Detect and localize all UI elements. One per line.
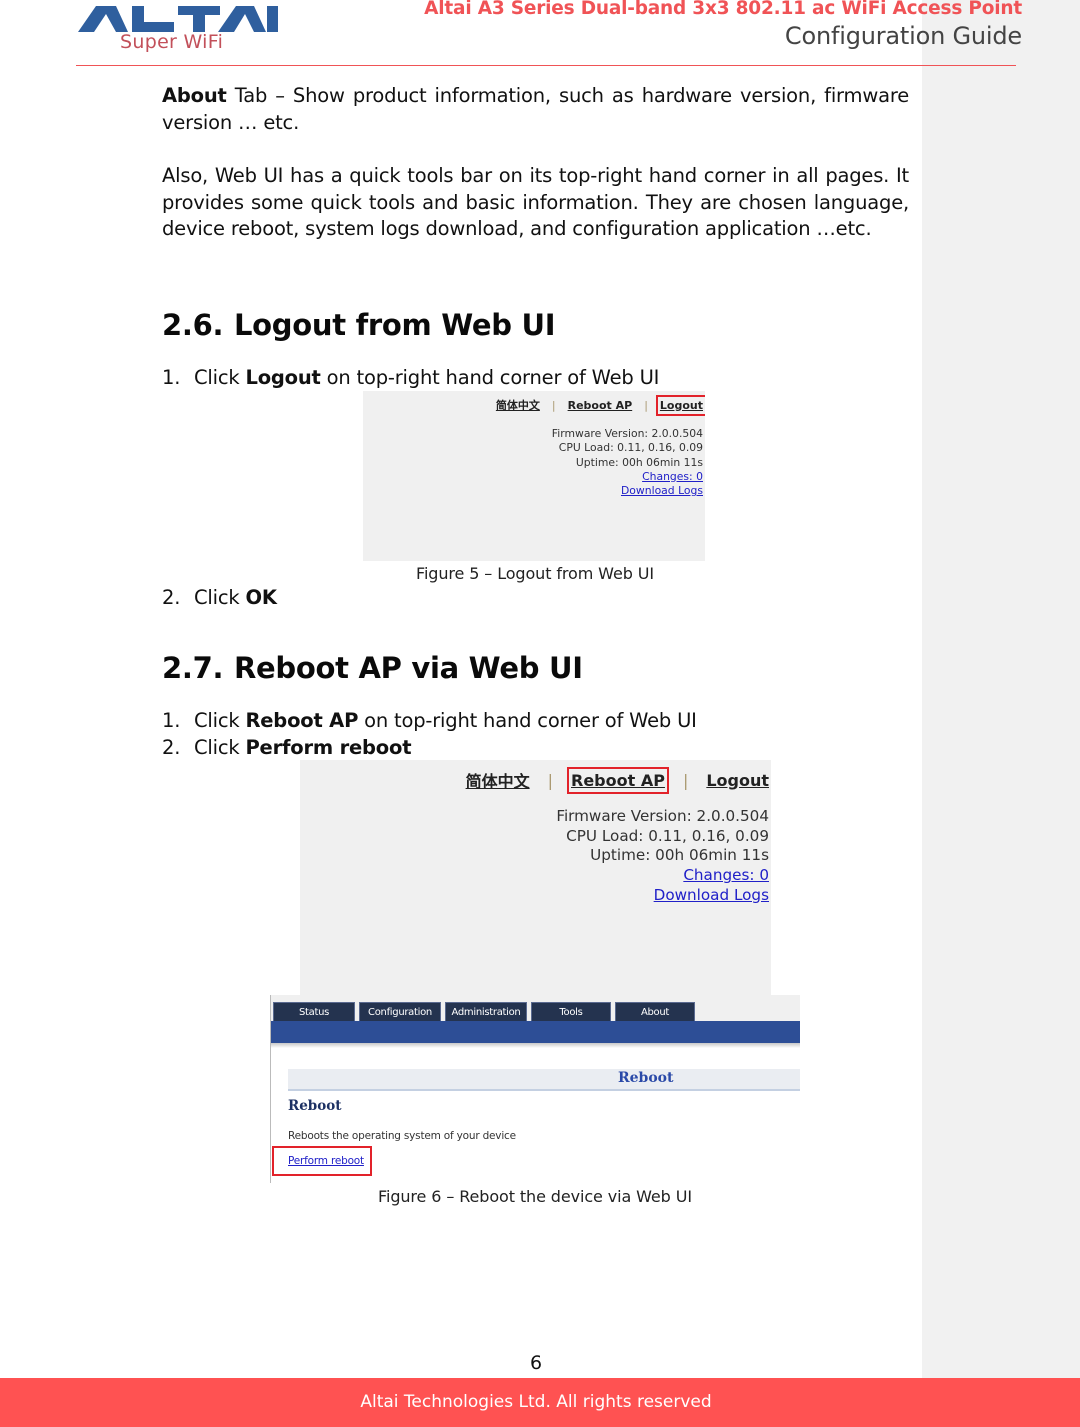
logout-link[interactable]: Logout bbox=[706, 771, 769, 790]
download-logs-link[interactable]: Download Logs bbox=[654, 886, 769, 904]
reboot-ap-link[interactable]: Reboot AP bbox=[568, 399, 633, 412]
about-description: Tab – Show product information, such as … bbox=[162, 84, 909, 134]
download-logs-link[interactable]: Download Logs bbox=[621, 484, 703, 497]
reboot-section-title: Reboot bbox=[288, 1098, 342, 1114]
quick-tools-bar: 简体中文 | Reboot AP | Logout bbox=[466, 766, 769, 794]
tab-administration[interactable]: Administration bbox=[445, 1002, 527, 1022]
tab-status[interactable]: Status bbox=[273, 1002, 355, 1022]
perform-reboot-link[interactable]: Perform reboot bbox=[288, 1155, 364, 1167]
section-title: Logout from Web UI bbox=[234, 308, 556, 342]
uptime: Uptime: 00h 06min 11s bbox=[575, 455, 703, 469]
reboot-description: Reboots the operating system of your dev… bbox=[288, 1130, 516, 1142]
footer-bar: Altai Technologies Ltd. All rights reser… bbox=[0, 1378, 1080, 1427]
menu-shadow bbox=[271, 1043, 800, 1048]
document-subtitle: Configuration Guide bbox=[784, 22, 1022, 50]
tab-configuration[interactable]: Configuration bbox=[359, 1002, 441, 1022]
step-text: on top-right hand corner of Web UI bbox=[320, 366, 660, 389]
logo-tagline: Super WiFi bbox=[120, 31, 224, 53]
document-product-title: Altai A3 Series Dual-band 3x3 802.11 ac … bbox=[424, 0, 1022, 19]
step-item: 1. Click Reboot AP on top-right hand corn… bbox=[162, 709, 697, 732]
step-number: 2. bbox=[162, 736, 181, 759]
language-link[interactable]: 简体中文 bbox=[496, 397, 540, 413]
toolbar-separator: | bbox=[551, 398, 556, 412]
tab-tools[interactable]: Tools bbox=[531, 1002, 611, 1022]
language-link[interactable]: 简体中文 bbox=[466, 768, 530, 792]
step-bold-term: OK bbox=[245, 586, 277, 609]
about-bold-term: About bbox=[162, 84, 227, 107]
copyright-text: Altai Technologies Ltd. All rights reser… bbox=[360, 1392, 712, 1412]
section-heading-reboot: 2.7. Reboot AP via Web UI bbox=[162, 651, 583, 685]
quick-tools-paragraph: Also, Web UI has a quick tools bar on it… bbox=[162, 164, 909, 240]
step-number: 2. bbox=[162, 586, 181, 609]
toolbar-separator: | bbox=[644, 398, 648, 412]
sub-menu-bar bbox=[271, 1021, 800, 1043]
changes-link[interactable]: Changes: 0 bbox=[683, 866, 769, 884]
step-number: 1. bbox=[162, 366, 181, 389]
step-item: 1. Click Logout on top-right hand corner … bbox=[162, 366, 659, 389]
device-info-block: Firmware Version: 2.0.0.504 CPU Load: 0.… bbox=[552, 427, 703, 498]
step-text: on top-right hand corner of Web UI bbox=[358, 709, 697, 732]
firmware-version: Firmware Version: 2.0.0.504 bbox=[556, 807, 769, 825]
step-text: Click bbox=[194, 736, 246, 759]
step-text: Click bbox=[194, 586, 246, 609]
section-number: 2.6. bbox=[162, 308, 224, 342]
step-item: 2. Click Perform reboot bbox=[162, 736, 412, 759]
uptime: Uptime: 00h 06min 11s bbox=[590, 846, 769, 865]
figure-5-caption: Figure 5 – Logout from Web UI bbox=[416, 564, 654, 583]
section-heading-logout: 2.6. Logout from Web UI bbox=[162, 308, 556, 342]
toolbar-separator: | bbox=[682, 770, 689, 790]
altai-wordmark-icon bbox=[78, 6, 278, 32]
device-info-block: Firmware Version: 2.0.0.504 CPU Load: 0.… bbox=[556, 807, 769, 906]
figure-5-screenshot: 简体中文 | Reboot AP | Logout Firmware Versi… bbox=[363, 391, 705, 561]
cpu-load: CPU Load: 0.11, 0.16, 0.09 bbox=[566, 826, 769, 845]
step-number: 1. bbox=[162, 709, 181, 732]
toolbar-separator: | bbox=[547, 770, 553, 790]
figure-6-quickbar-screenshot: 简体中文 | Reboot AP | Logout Firmware Versi… bbox=[300, 760, 771, 995]
page-title-bar: Reboot bbox=[288, 1069, 800, 1091]
step-text: Click bbox=[194, 709, 246, 732]
cpu-load: CPU Load: 0.11, 0.16, 0.09 bbox=[558, 441, 703, 455]
page-number: 6 bbox=[529, 1352, 543, 1374]
page-title: Reboot bbox=[618, 1070, 674, 1086]
figure-6-caption: Figure 6 – Reboot the device via Web UI bbox=[378, 1187, 692, 1206]
figure-6-reboot-page-screenshot: Status Configuration Administration Tool… bbox=[270, 995, 800, 1183]
reboot-ap-link[interactable]: Reboot AP bbox=[567, 766, 669, 794]
page-margin-shade bbox=[922, 0, 1080, 1378]
changes-link[interactable]: Changes: 0 bbox=[642, 470, 703, 483]
section-number: 2.7. bbox=[162, 651, 224, 685]
step-bold-term: Perform reboot bbox=[245, 736, 412, 759]
firmware-version: Firmware Version: 2.0.0.504 bbox=[551, 427, 703, 440]
step-text: Click bbox=[194, 366, 246, 389]
step-bold-term: Logout bbox=[245, 366, 321, 389]
step-item: 2. Click OK bbox=[162, 586, 277, 609]
section-title: Reboot AP via Web UI bbox=[234, 651, 583, 685]
header-divider bbox=[76, 65, 1016, 66]
main-tabs: Status Configuration Administration Tool… bbox=[273, 1002, 695, 1022]
step-bold-term: Reboot AP bbox=[245, 709, 359, 732]
about-tab-paragraph: About Tab – Show product information, su… bbox=[162, 83, 909, 136]
logout-link[interactable]: Logout bbox=[655, 394, 705, 416]
quick-tools-bar: 简体中文 | Reboot AP | Logout bbox=[496, 394, 705, 416]
tab-about[interactable]: About bbox=[615, 1002, 695, 1022]
